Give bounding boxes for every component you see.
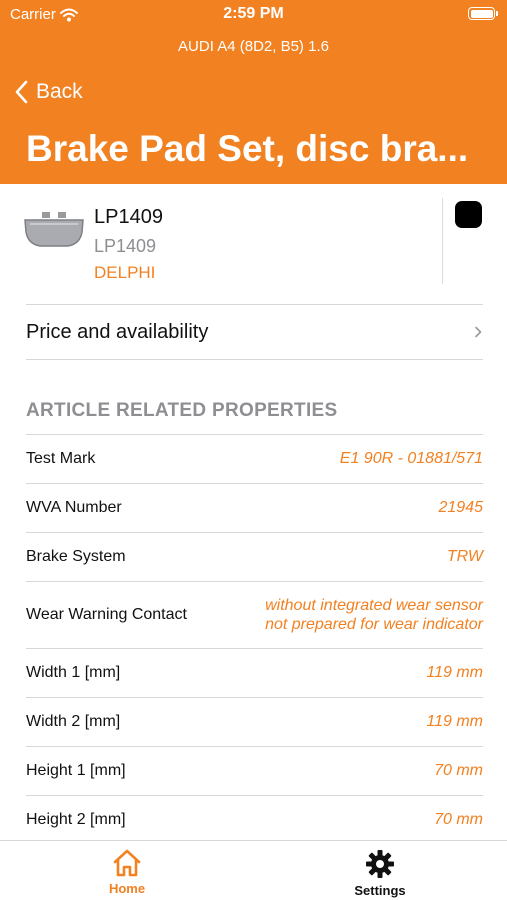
article-card[interactable]: LP1409 LP1409 DELPHI xyxy=(0,184,507,304)
status-time: 2:59 PM xyxy=(223,5,284,22)
article-number: LP1409 xyxy=(94,206,163,228)
property-value: 21945 xyxy=(438,499,484,517)
property-value-line: without integrated wear sensor xyxy=(265,596,483,614)
tab-bar: Home Settings xyxy=(0,840,507,900)
vehicle-subtitle: AUDI A4 (8D2, B5) 1.6 xyxy=(178,38,329,55)
property-row: Height 1 [mm] 70 mm xyxy=(26,746,483,795)
section-title: ARTICLE RELATED PROPERTIES xyxy=(26,400,338,421)
property-value: 119 mm xyxy=(426,713,483,731)
property-name: Width 2 [mm] xyxy=(26,713,121,730)
property-name: WVA Number xyxy=(26,499,122,516)
property-name: Brake System xyxy=(26,548,126,565)
article-brand: DELPHI xyxy=(94,263,156,282)
home-icon xyxy=(113,849,141,877)
price-availability-row[interactable]: Price and availability xyxy=(26,305,483,359)
property-value: 70 mm xyxy=(434,762,483,780)
article-sub-number: LP1409 xyxy=(94,236,157,256)
back-button[interactable]: Back xyxy=(14,80,83,104)
property-value: E1 90R - 01881/571 xyxy=(339,450,483,468)
tab-settings[interactable]: Settings xyxy=(320,849,440,898)
tab-settings-label: Settings xyxy=(354,883,406,898)
property-value: TRW xyxy=(446,548,483,566)
divider xyxy=(26,359,483,360)
property-row: Width 2 [mm] 119 mm xyxy=(26,697,483,746)
tab-home-label: Home xyxy=(108,881,146,896)
page-title: Brake Pad Set, disc bra... xyxy=(26,128,469,169)
back-label: Back xyxy=(36,80,83,103)
property-value: without integrated wear sensor not prepa… xyxy=(265,596,483,634)
property-row: Wear Warning Contact without integrated … xyxy=(26,581,483,648)
property-row: Width 1 [mm] 119 mm xyxy=(26,648,483,697)
chevron-right-icon xyxy=(475,326,482,338)
property-name: Width 1 [mm] xyxy=(26,664,121,681)
gear-icon xyxy=(366,850,394,878)
property-name: Test Mark xyxy=(26,450,96,467)
brake-pad-icon xyxy=(24,212,84,247)
battery-icon xyxy=(468,7,498,20)
property-name: Height 2 [mm] xyxy=(26,811,126,828)
properties-list: Test Mark E1 90R - 01881/571 WVA Number … xyxy=(26,434,483,844)
property-value: 119 mm xyxy=(426,664,483,682)
property-value-line: not prepared for wear indicator xyxy=(265,616,483,633)
property-value: 70 mm xyxy=(434,811,483,829)
property-row: Brake System TRW xyxy=(26,532,483,581)
select-checkbox[interactable] xyxy=(455,201,482,228)
back-chevron-icon xyxy=(15,80,28,104)
property-row: WVA Number 21945 xyxy=(26,483,483,532)
property-name: Wear Warning Contact xyxy=(26,606,187,623)
vertical-divider xyxy=(442,198,443,284)
app-header: Carrier 2:59 PM AUDI A4 (8D2, B5) 1.6 Ba… xyxy=(0,0,507,184)
status-bar: Carrier 2:59 PM xyxy=(0,0,507,30)
property-row: Height 2 [mm] 70 mm xyxy=(26,795,483,844)
property-name: Height 1 [mm] xyxy=(26,762,126,779)
property-row: Test Mark E1 90R - 01881/571 xyxy=(26,434,483,483)
price-availability-label: Price and availability xyxy=(26,320,209,343)
tab-home[interactable]: Home xyxy=(67,849,187,896)
